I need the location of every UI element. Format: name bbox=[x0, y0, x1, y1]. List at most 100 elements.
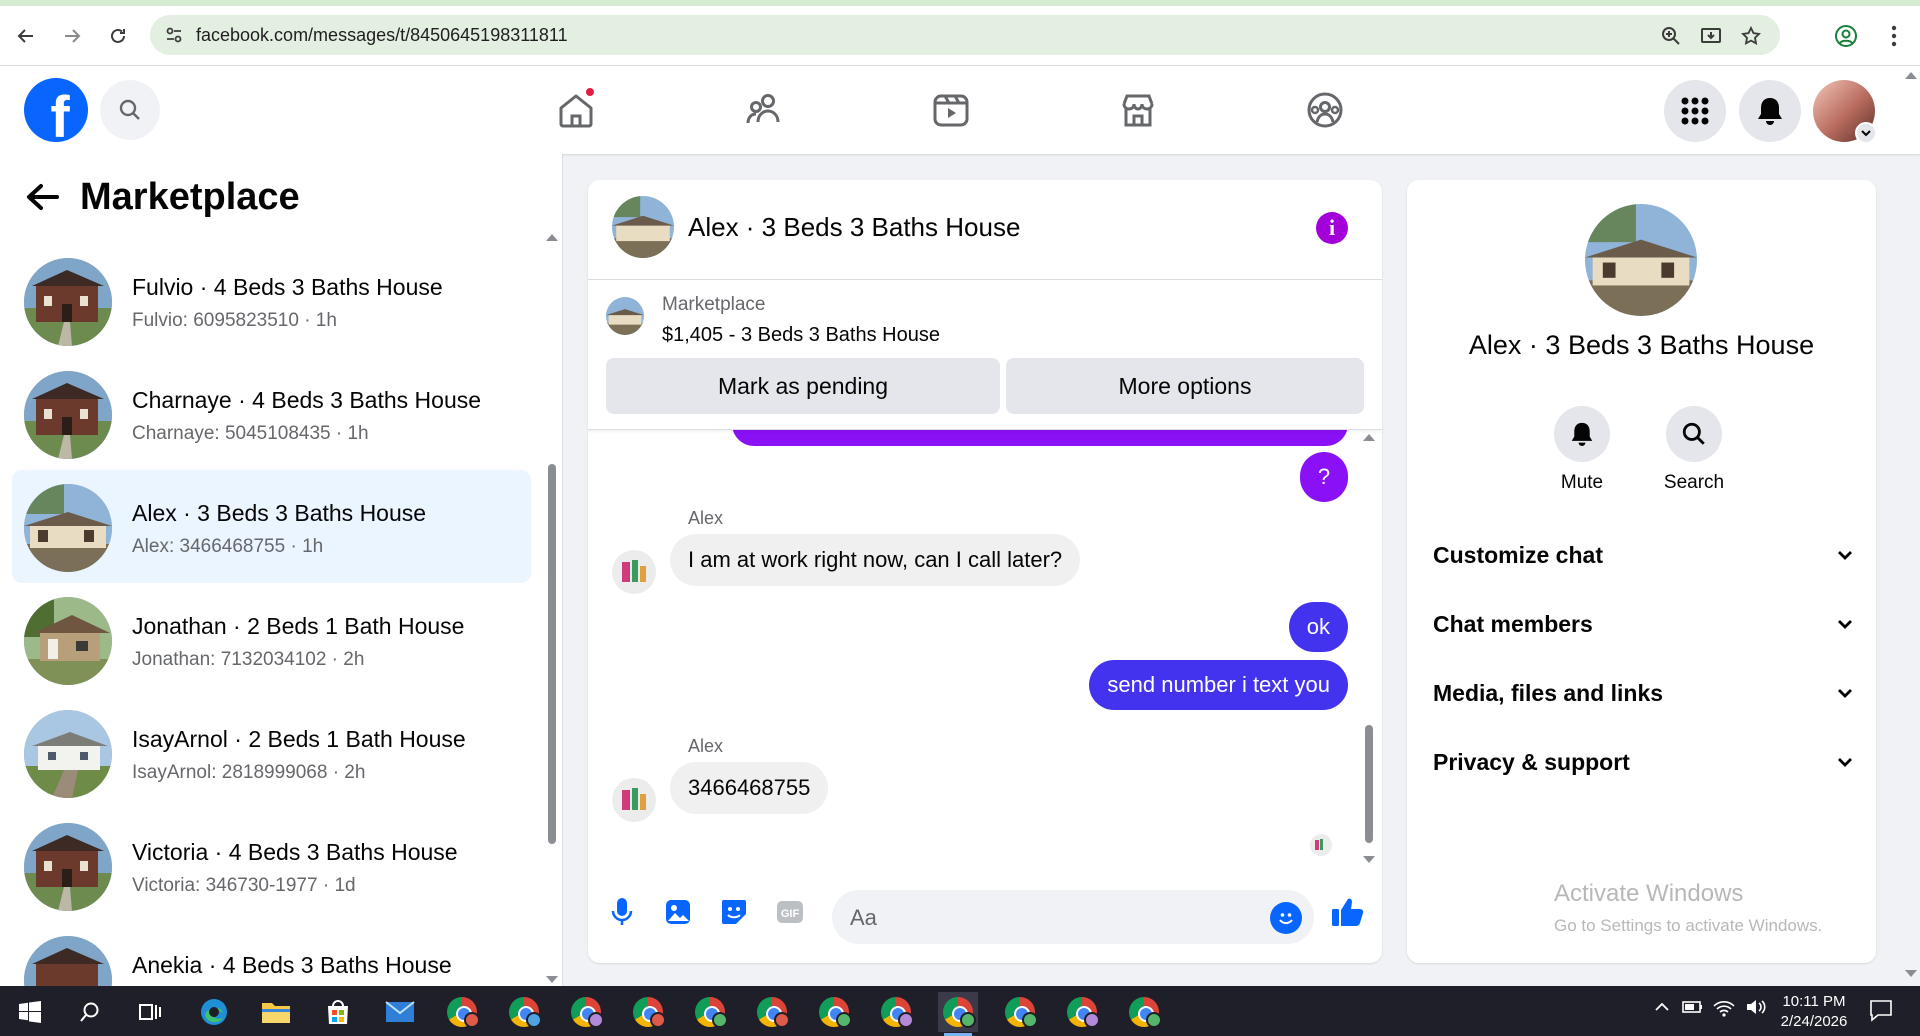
zoom-icon[interactable] bbox=[1658, 23, 1684, 49]
task-view-icon[interactable] bbox=[130, 992, 170, 1032]
chat-scroll-up-arrow-icon[interactable] bbox=[1363, 434, 1375, 441]
nav-marketplace[interactable] bbox=[1108, 80, 1168, 140]
menu-button[interactable] bbox=[1664, 80, 1726, 142]
photo-icon[interactable] bbox=[658, 892, 698, 932]
page-scroll-up-arrow-icon[interactable] bbox=[1905, 72, 1917, 79]
conversation-avatar bbox=[24, 484, 112, 572]
nav-video[interactable] bbox=[921, 80, 981, 140]
sticker-icon[interactable] bbox=[714, 892, 754, 932]
volume-icon[interactable] bbox=[1744, 996, 1768, 1023]
search-label: Search bbox=[1663, 472, 1725, 493]
search-icon bbox=[1666, 406, 1722, 462]
microphone-icon[interactable] bbox=[602, 892, 642, 932]
sender-avatar[interactable] bbox=[612, 550, 656, 594]
chrome-window-icon[interactable] bbox=[628, 992, 668, 1032]
facebook-search-button[interactable] bbox=[100, 80, 160, 140]
listing-thumbnail[interactable] bbox=[606, 297, 644, 335]
chat-scroll-thumb[interactable] bbox=[1365, 725, 1373, 843]
message-bubble-incoming: 3466468755 bbox=[670, 762, 829, 814]
notification-center-icon[interactable] bbox=[1868, 998, 1894, 1027]
system-clock[interactable]: 10:11 PM 2/24/2026 bbox=[1774, 992, 1854, 1032]
browser-profile-icon[interactable] bbox=[1832, 22, 1860, 50]
chrome-window-icon[interactable] bbox=[1000, 992, 1040, 1032]
conversation-item[interactable]: Charnaye · 4 Beds 3 Baths House Charnaye… bbox=[12, 357, 531, 470]
conversation-item[interactable]: Jonathan · 2 Beds 1 Bath House Jonathan:… bbox=[12, 583, 531, 696]
forward-button[interactable] bbox=[56, 20, 88, 52]
emoji-icon[interactable] bbox=[1270, 902, 1302, 934]
scroll-up-arrow-icon[interactable] bbox=[546, 234, 558, 241]
apps-grid-icon bbox=[1681, 97, 1709, 125]
url-text[interactable]: facebook.com/messages/t/8450645198311811 bbox=[196, 25, 568, 46]
windows-start-icon[interactable] bbox=[10, 992, 50, 1032]
message-bubble-outgoing: ok bbox=[1288, 602, 1348, 652]
back-button[interactable] bbox=[10, 20, 42, 52]
browser-menu-icon[interactable] bbox=[1880, 22, 1908, 50]
section-chat-members[interactable]: Chat members bbox=[1433, 604, 1853, 644]
address-bar[interactable]: facebook.com/messages/t/8450645198311811 bbox=[150, 15, 1780, 55]
search-in-conversation-button[interactable]: Search bbox=[1649, 406, 1739, 494]
install-app-icon[interactable] bbox=[1698, 23, 1724, 49]
details-avatar[interactable] bbox=[1585, 204, 1697, 316]
chrome-window-icon[interactable] bbox=[442, 992, 482, 1032]
wifi-icon[interactable] bbox=[1712, 996, 1736, 1023]
activate-windows-subtitle: Go to Settings to activate Windows. bbox=[1554, 916, 1823, 935]
chrome-window-icon[interactable] bbox=[504, 992, 544, 1032]
like-thumbs-up-icon[interactable] bbox=[1328, 892, 1368, 932]
mark-as-pending-button[interactable]: Mark as pending bbox=[606, 358, 1000, 414]
mute-button[interactable]: Mute bbox=[1537, 406, 1627, 494]
show-hidden-icons-chevron-icon[interactable] bbox=[1654, 996, 1670, 1023]
taskbar-search-icon[interactable] bbox=[70, 992, 110, 1032]
gif-icon[interactable]: GIF bbox=[770, 892, 810, 932]
section-label: Media, files and links bbox=[1433, 679, 1664, 706]
conversation-title: IsayArnol · 2 Beds 1 Bath House bbox=[132, 726, 466, 752]
chevron-down-icon bbox=[1838, 620, 1852, 629]
facebook-logo-icon[interactable]: f bbox=[24, 78, 88, 142]
file-explorer-icon[interactable] bbox=[256, 992, 296, 1032]
notifications-button[interactable] bbox=[1739, 80, 1801, 142]
conversation-title: Charnaye · 4 Beds 3 Baths House bbox=[132, 387, 482, 413]
nav-friends[interactable] bbox=[734, 80, 794, 140]
conversation-item[interactable]: Anekia · 4 Beds 3 Baths House bbox=[12, 922, 531, 986]
chat-scroll-down-arrow-icon[interactable] bbox=[1363, 856, 1375, 863]
sidebar-scroll-thumb[interactable] bbox=[548, 464, 556, 844]
chrome-window-icon[interactable] bbox=[690, 992, 730, 1032]
nav-home[interactable] bbox=[546, 80, 606, 140]
scroll-down-arrow-icon[interactable] bbox=[546, 976, 558, 983]
chat-title[interactable]: Alex · 3 Beds 3 Baths House bbox=[688, 212, 1020, 243]
section-privacy-support[interactable]: Privacy & support bbox=[1433, 742, 1853, 782]
message-input[interactable]: Aa bbox=[832, 890, 1314, 944]
battery-icon[interactable] bbox=[1680, 996, 1704, 1023]
conversation-item-active[interactable]: Alex · 3 Beds 3 Baths House Alex: 346646… bbox=[12, 470, 531, 583]
chrome-window-icon[interactable] bbox=[752, 992, 792, 1032]
conversation-item[interactable]: Victoria · 4 Beds 3 Baths House Victoria… bbox=[12, 809, 531, 922]
chrome-window-icon[interactable] bbox=[566, 992, 606, 1032]
more-options-button[interactable]: More options bbox=[1006, 358, 1364, 414]
chrome-window-icon[interactable] bbox=[1062, 992, 1102, 1032]
chrome-window-icon-active[interactable] bbox=[938, 992, 978, 1036]
chrome-window-icon[interactable] bbox=[876, 992, 916, 1032]
back-arrow-icon[interactable] bbox=[24, 182, 60, 212]
section-customize-chat[interactable]: Customize chat bbox=[1433, 535, 1853, 575]
edge-browser-icon[interactable] bbox=[194, 992, 234, 1032]
arrow-right-icon bbox=[65, 29, 81, 43]
conversation-preview: Charnaye: 5045108435 · 1h bbox=[132, 423, 369, 444]
chevron-down-icon[interactable] bbox=[1855, 122, 1877, 144]
reload-button[interactable] bbox=[102, 20, 134, 52]
listing-price[interactable]: $1,405 - 3 Beds 3 Baths House bbox=[662, 324, 940, 347]
chat-avatar[interactable] bbox=[612, 196, 674, 258]
conversation-item[interactable]: Fulvio · 4 Beds 3 Baths House Fulvio: 60… bbox=[12, 244, 531, 357]
clock-time: 10:11 PM bbox=[1782, 993, 1846, 1010]
sender-avatar[interactable] bbox=[612, 778, 656, 822]
message-bubble-incoming: I am at work right now, can I call later… bbox=[670, 534, 1081, 586]
chrome-window-icon[interactable] bbox=[814, 992, 854, 1032]
page-scroll-down-arrow-icon[interactable] bbox=[1905, 970, 1917, 977]
site-settings-icon[interactable] bbox=[164, 25, 184, 45]
conversation-item[interactable]: IsayArnol · 2 Beds 1 Bath House IsayArno… bbox=[12, 696, 531, 809]
bookmark-star-icon[interactable] bbox=[1738, 23, 1764, 49]
microsoft-store-icon[interactable] bbox=[318, 992, 358, 1032]
chrome-window-icon[interactable] bbox=[1124, 992, 1164, 1032]
mail-icon[interactable] bbox=[380, 992, 420, 1032]
info-icon[interactable]: i bbox=[1316, 212, 1348, 244]
nav-groups[interactable] bbox=[1295, 80, 1355, 140]
section-media-files-links[interactable]: Media, files and links bbox=[1433, 673, 1853, 713]
